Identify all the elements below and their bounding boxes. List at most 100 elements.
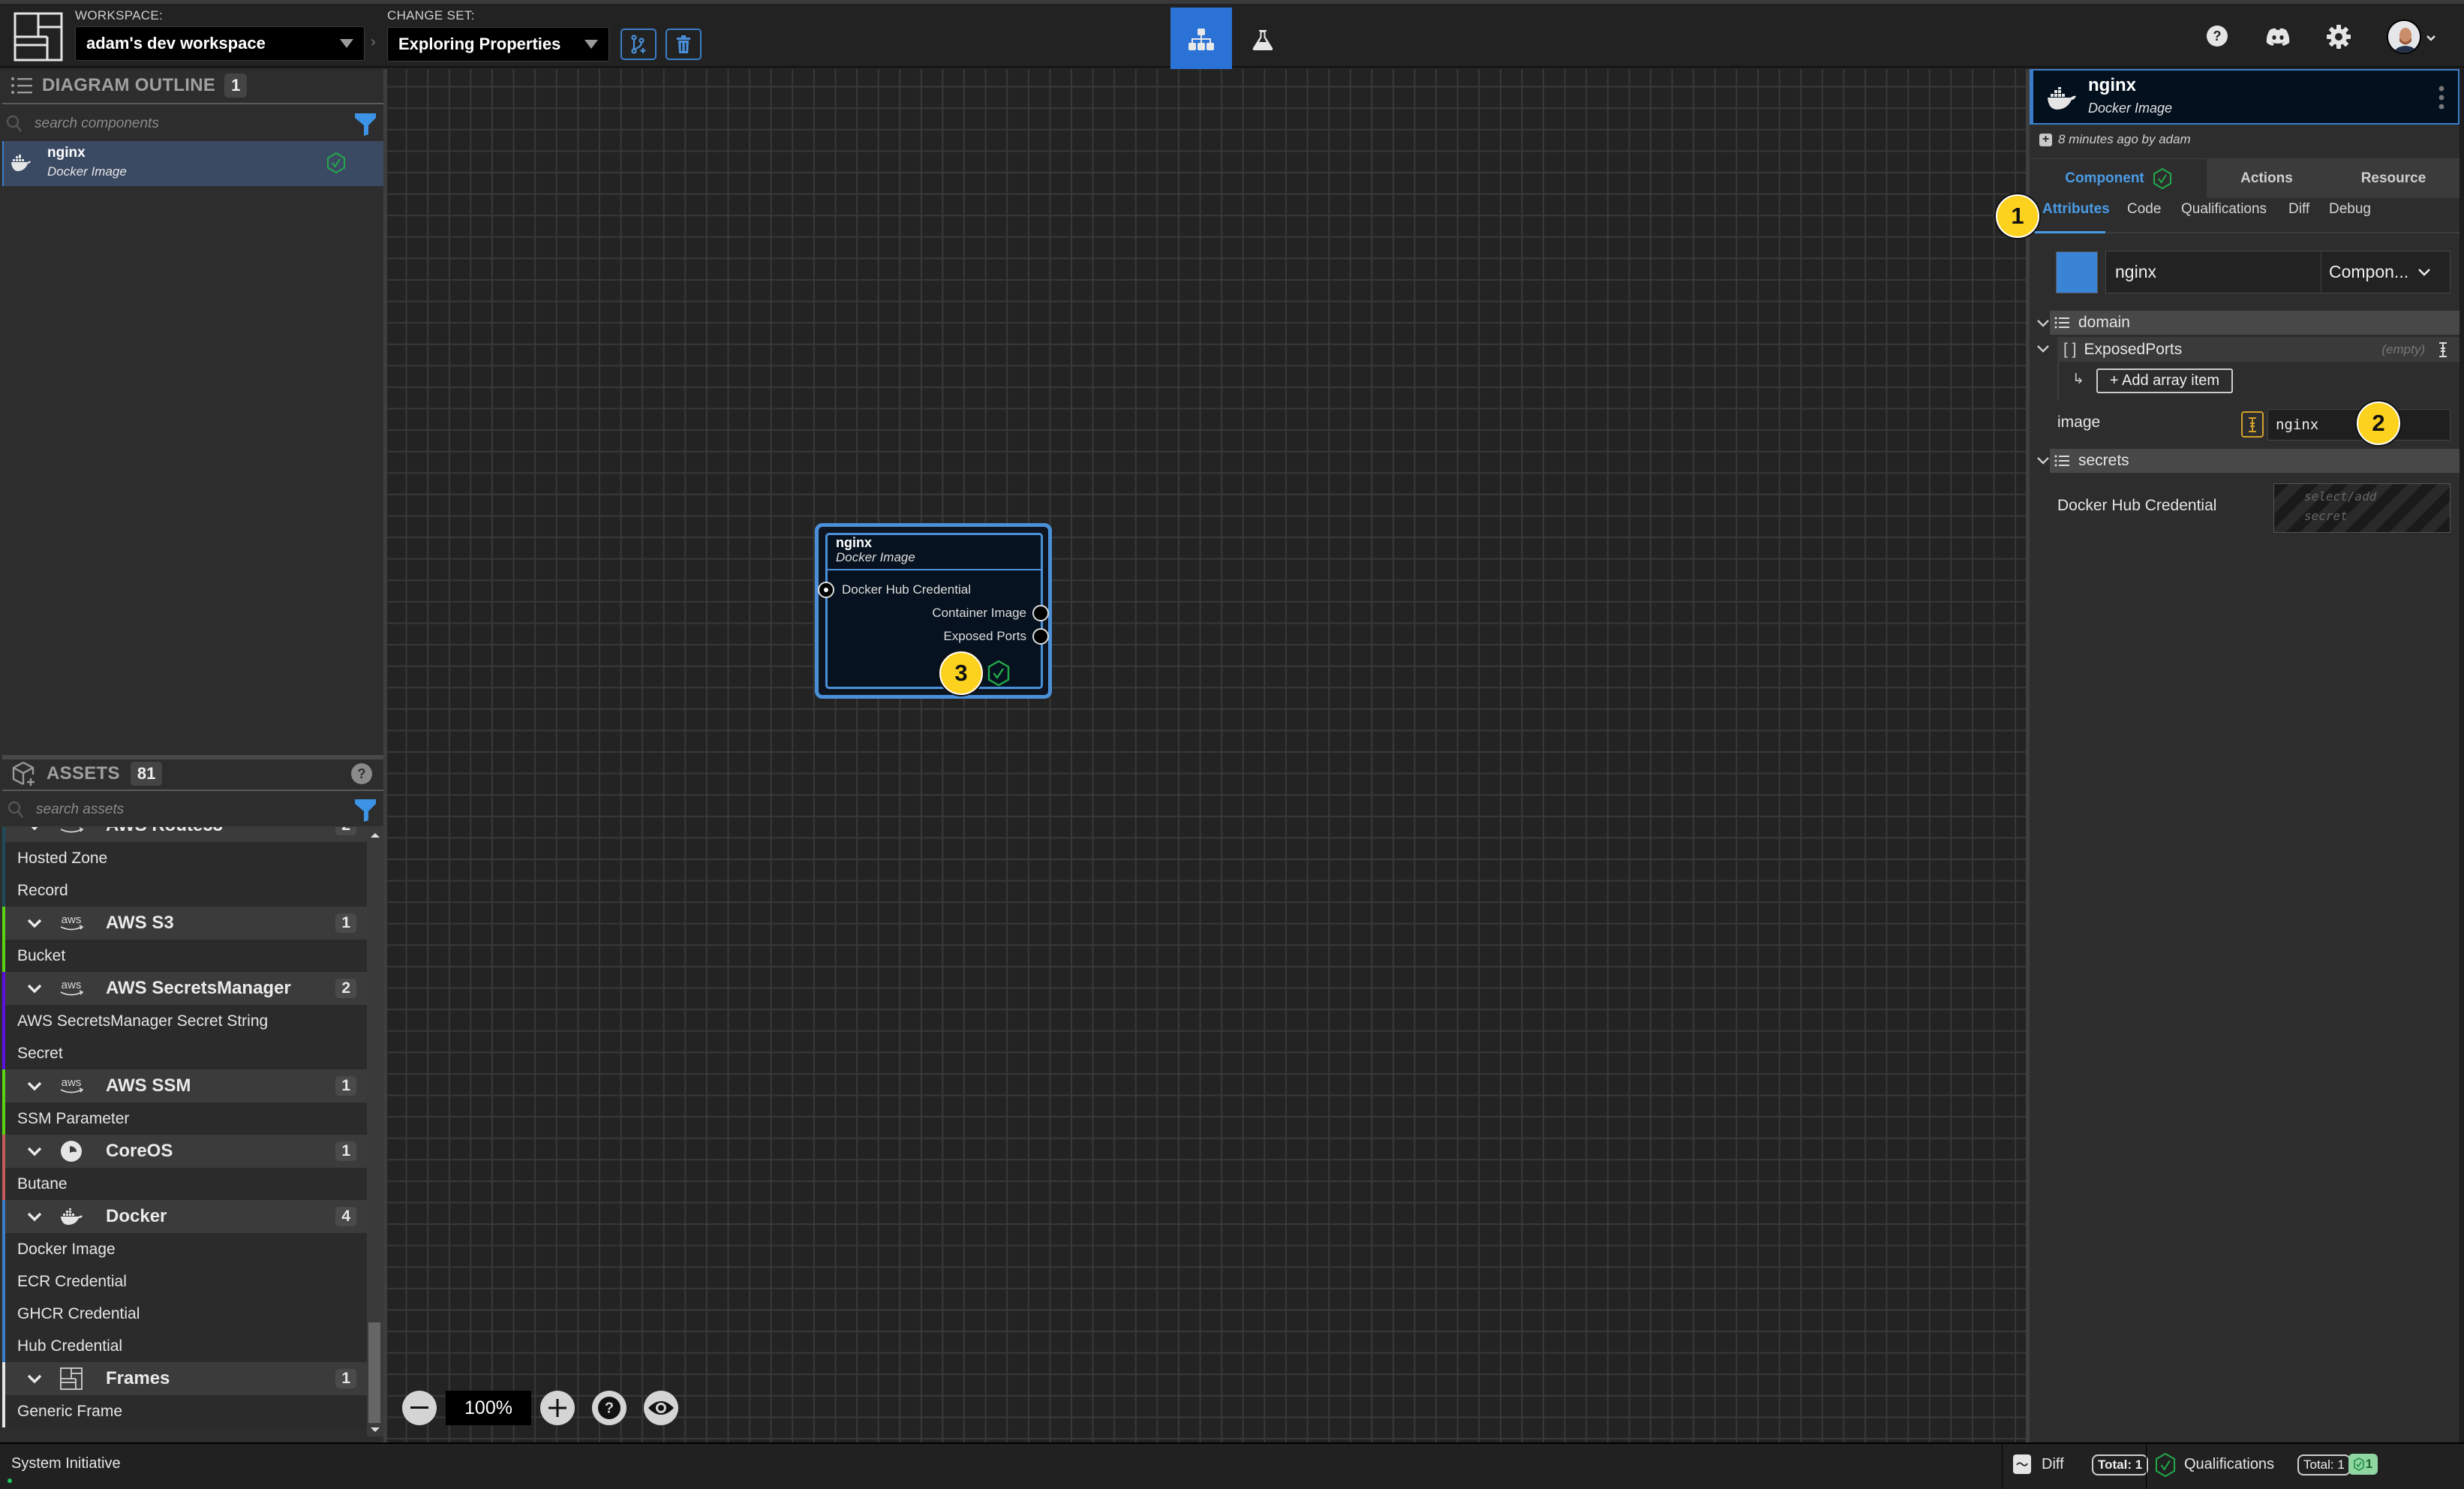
abandon-changeset-button[interactable]: [666, 29, 702, 60]
active-subtab-indicator: [2035, 231, 2105, 233]
system-initiative-logo[interactable]: [14, 12, 63, 62]
asset-category-header[interactable]: aws AWS SSM 1: [5, 1069, 367, 1102]
subtab-attributes[interactable]: Attributes: [2042, 201, 2110, 218]
asset-category-group: aws AWS SecretsManager 2 AWS SecretsManager…: [2, 972, 367, 1069]
asset-category-group: aws AWS Route53 2 Hosted ZoneRecord: [2, 827, 367, 907]
component-type-select[interactable]: Compon...: [2321, 251, 2450, 293]
help-icon: ?: [598, 1397, 621, 1419]
asset-category-count: 1: [335, 913, 356, 933]
assets-scrollbar[interactable]: [367, 827, 383, 1436]
chevron-down-icon: [5, 1081, 46, 1091]
asset-category-group: Docker 4 Docker Image ECR Credential GHCR Cr…: [2, 1200, 367, 1362]
zoom-out-button[interactable]: [402, 1391, 437, 1425]
section-secrets[interactable]: secrets: [2050, 449, 2459, 473]
flask-icon: [1252, 29, 1273, 50]
asset-item[interactable]: ECR Credential: [5, 1265, 367, 1298]
zoom-in-button[interactable]: [540, 1391, 575, 1425]
asset-item[interactable]: Bucket: [5, 940, 367, 972]
customize-mode-button[interactable]: [1232, 8, 1294, 71]
breadcrumb-separator: ›: [371, 34, 376, 50]
settings-button[interactable]: [2326, 24, 2351, 50]
diagram-canvas[interactable]: [387, 69, 2026, 1442]
zoom-level[interactable]: 100%: [446, 1391, 531, 1425]
diff-label[interactable]: Diff: [2042, 1456, 2064, 1473]
input-socket-docker-hub-credential[interactable]: [818, 582, 834, 598]
divider: [2146, 1444, 2147, 1489]
canvas-help-button[interactable]: ?: [592, 1391, 627, 1425]
discord-button[interactable]: [2265, 26, 2291, 47]
asset-item[interactable]: Record: [5, 874, 367, 907]
scroll-up-arrow[interactable]: [371, 833, 380, 838]
asset-category-header[interactable]: aws AWS Route53 2: [5, 827, 367, 842]
asset-category-header[interactable]: Docker 4: [5, 1200, 367, 1233]
list-icon: [2054, 455, 2069, 467]
help-icon: ?: [2207, 26, 2228, 47]
model-mode-button[interactable]: [1170, 8, 1232, 71]
subtab-qualifications[interactable]: Qualifications: [2181, 201, 2267, 218]
asset-category-count: 4: [335, 1207, 356, 1226]
filter-icon[interactable]: [354, 798, 377, 822]
asset-item[interactable]: Hosted Zone: [5, 842, 367, 874]
secret-select[interactable]: select/add secret: [2273, 483, 2450, 533]
socket-label: Container Image: [932, 606, 1026, 620]
create-changeset-button[interactable]: [621, 29, 657, 60]
subtab-debug[interactable]: Debug: [2329, 201, 2371, 218]
add-array-item-button[interactable]: + Add array item: [2096, 368, 2233, 393]
chevron-down-icon: [5, 918, 46, 928]
asset-item[interactable]: Generic Frame: [5, 1395, 367, 1427]
user-menu-chevron[interactable]: [2426, 32, 2436, 46]
section-domain[interactable]: domain: [2050, 311, 2459, 335]
asset-category-header[interactable]: CoreOS 1: [5, 1135, 367, 1168]
workspace-label: WORKSPACE:: [75, 8, 163, 23]
app-header: WORKSPACE: adam's dev workspace › CHANGE…: [0, 4, 2464, 71]
subtab-diff[interactable]: Diff: [2288, 201, 2309, 218]
subtab-code[interactable]: Code: [2127, 201, 2161, 218]
divider: [2, 103, 383, 104]
changeset-select[interactable]: Exploring Properties: [387, 27, 609, 62]
value-source-button[interactable]: [2241, 411, 2264, 438]
asset-item[interactable]: Docker Image: [5, 1233, 367, 1265]
outline-item-nginx[interactable]: nginx Docker Image: [2, 141, 383, 186]
asset-category-group: aws AWS SSM 1 SSM Parameter: [2, 1069, 367, 1135]
asset-item[interactable]: Butane: [5, 1168, 367, 1200]
component-color-swatch[interactable]: [2056, 251, 2098, 293]
docker-icon: [55, 1208, 88, 1225]
search-assets-input[interactable]: search assets: [8, 794, 383, 826]
tab-actions[interactable]: Actions: [2207, 159, 2327, 198]
svg-text:aws: aws: [62, 827, 82, 829]
asset-item[interactable]: GHCR Credential: [5, 1298, 367, 1330]
output-socket-container-image[interactable]: [1032, 605, 1049, 621]
tab-component[interactable]: Component: [2030, 159, 2207, 198]
chevron-down-icon: [2418, 268, 2430, 276]
asset-category-count: 1: [335, 1076, 356, 1096]
workspace-select[interactable]: adam's dev workspace: [75, 26, 365, 61]
outline-assets-resize-handle[interactable]: [2, 755, 383, 760]
assets-help-icon[interactable]: ?: [351, 763, 372, 784]
asset-category-header[interactable]: Frames 1: [5, 1362, 367, 1395]
aws-icon: aws: [55, 913, 88, 933]
asset-item[interactable]: Secret: [5, 1037, 367, 1069]
scrollbar-thumb[interactable]: [368, 1322, 380, 1423]
user-avatar[interactable]: [2387, 20, 2421, 54]
scroll-down-arrow[interactable]: [371, 1427, 380, 1432]
asset-category-header[interactable]: aws AWS SecretsManager 2: [5, 972, 367, 1005]
help-button[interactable]: ?: [2206, 25, 2228, 47]
tab-resource[interactable]: Resource: [2333, 159, 2453, 198]
asset-item[interactable]: SSM Parameter: [5, 1102, 367, 1135]
asset-category-header[interactable]: aws AWS S3 1: [5, 907, 367, 940]
collapse-exposed-ports-button[interactable]: [2030, 337, 2057, 361]
qualifications-label[interactable]: Qualifications: [2184, 1456, 2274, 1473]
chevron-down-icon: [5, 827, 46, 831]
more-options-icon[interactable]: [2438, 86, 2444, 110]
asset-item[interactable]: AWS SecretsManager Secret String: [5, 1005, 367, 1037]
toggle-visibility-button[interactable]: [644, 1391, 678, 1425]
docker-icon: [2048, 87, 2076, 110]
output-socket-exposed-ports[interactable]: [1032, 628, 1049, 645]
step-marker-3: 3: [939, 651, 983, 695]
filter-icon[interactable]: [354, 112, 377, 136]
attr-exposed-ports[interactable]: [ ] ExposedPorts (empty): [2057, 337, 2459, 362]
set-value-source-icon[interactable]: [2438, 341, 2447, 357]
right-panel-scrollbar[interactable]: [2459, 69, 2464, 1442]
search-components-input[interactable]: search components: [6, 108, 381, 140]
asset-item[interactable]: Hub Credential: [5, 1330, 367, 1362]
